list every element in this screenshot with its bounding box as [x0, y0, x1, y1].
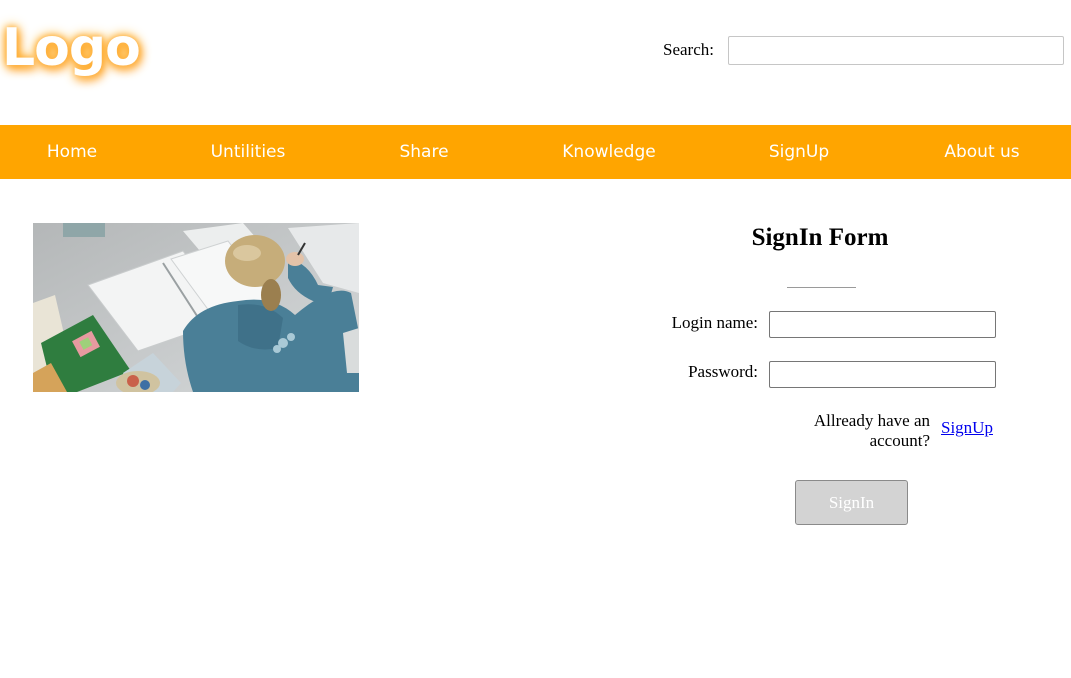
nav-item-about-us[interactable]: About us [944, 125, 1019, 179]
login-name-input[interactable] [769, 311, 996, 338]
logo[interactable]: Logo [2, 22, 141, 74]
nav-item-knowledge[interactable]: Knowledge [562, 125, 655, 179]
nav-item-utilities[interactable]: Untilities [211, 125, 286, 179]
signin-button[interactable]: SignIn [795, 480, 908, 525]
signup-link[interactable]: SignUp [941, 418, 993, 438]
student-photo-illustration [33, 223, 359, 392]
nav-item-home[interactable]: Home [47, 125, 97, 179]
nav-item-signup[interactable]: SignUp [769, 125, 829, 179]
login-name-label: Login name: [671, 313, 758, 332]
nav-item-share[interactable]: Share [399, 125, 448, 179]
password-label: Password: [688, 362, 758, 381]
student-studying-photo [33, 223, 359, 392]
search-input[interactable] [728, 36, 1064, 65]
account-prompt-text: Allready have an account? [813, 411, 930, 450]
password-input[interactable] [769, 361, 996, 388]
form-title: SignIn Form [751, 224, 889, 251]
header: Logo Search: [0, 0, 1071, 125]
main-nav: Home Untilities Share Knowledge SignUp A… [0, 125, 1071, 179]
search-label: Search: [663, 40, 714, 59]
form-divider [787, 287, 856, 288]
